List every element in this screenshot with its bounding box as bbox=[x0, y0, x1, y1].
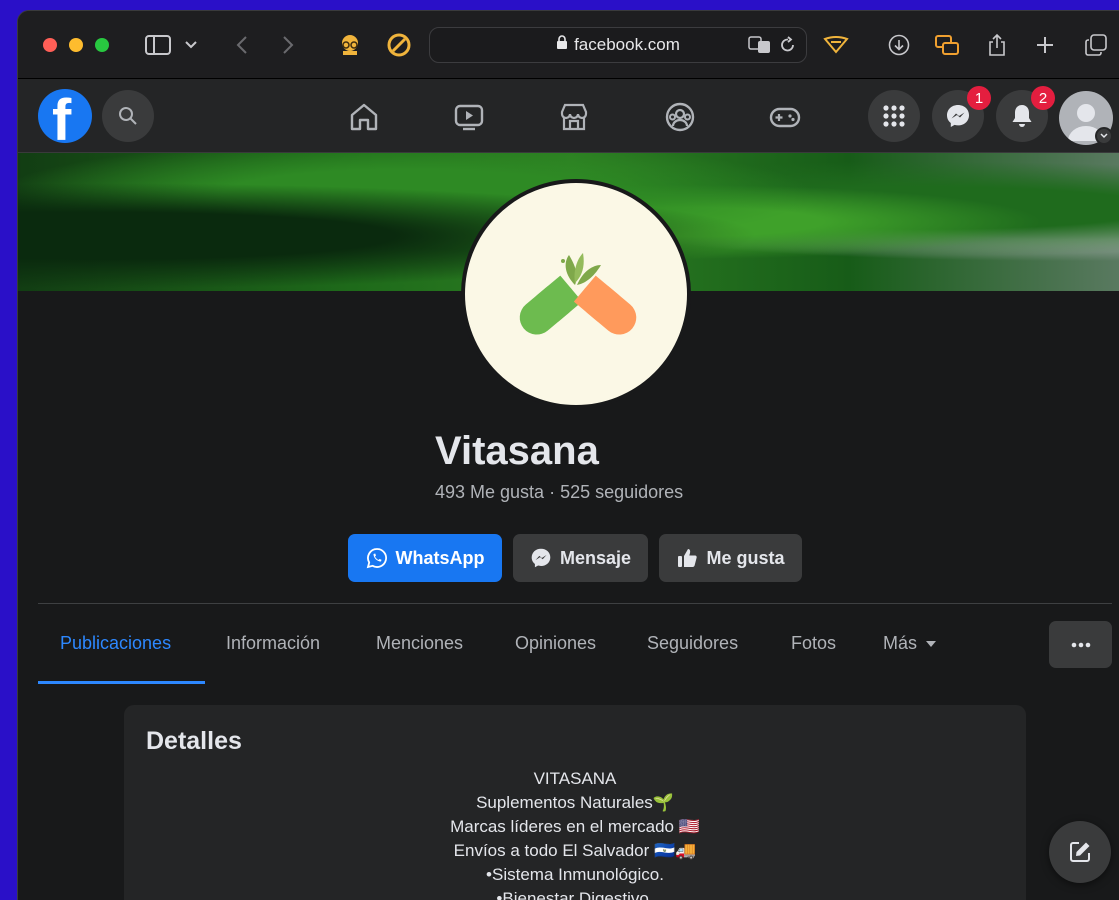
adblock-extension-icon[interactable] bbox=[385, 31, 413, 59]
tab-informacion[interactable]: Información bbox=[226, 633, 320, 654]
browser-toolbar: facebook.com bbox=[18, 11, 1119, 79]
new-message-button[interactable] bbox=[1049, 821, 1111, 883]
groups-icon[interactable] bbox=[662, 99, 698, 135]
downloads-icon[interactable] bbox=[885, 31, 913, 59]
tab-publicaciones[interactable]: Publicaciones bbox=[60, 633, 171, 654]
sidebar-toggle-icon[interactable] bbox=[144, 31, 172, 59]
message-label: Mensaje bbox=[559, 547, 632, 568]
reload-icon[interactable] bbox=[780, 36, 796, 59]
page-stats[interactable]: 493 Me gusta · 525 seguidores bbox=[435, 482, 683, 503]
tab-overview-extension-icon[interactable] bbox=[933, 31, 961, 59]
close-window-button[interactable] bbox=[43, 38, 57, 52]
forward-icon[interactable] bbox=[274, 31, 302, 59]
send-message-button[interactable]: Mensaje bbox=[513, 534, 648, 582]
notifications-badge: 2 bbox=[1031, 86, 1055, 110]
search-button[interactable] bbox=[102, 90, 154, 142]
thumbs-up-icon bbox=[678, 549, 698, 567]
page-bio: VITASANA Suplementos Naturales🌱 Marcas l… bbox=[124, 767, 1026, 900]
tab-menciones[interactable]: Menciones bbox=[376, 633, 463, 654]
messenger-icon bbox=[947, 105, 969, 127]
reader-extension-icon[interactable] bbox=[822, 31, 850, 59]
bio-line: Marcas líderes en el mercado 🇺🇸 bbox=[450, 817, 700, 836]
url-text: facebook.com bbox=[574, 35, 680, 54]
privacy-extension-icon[interactable] bbox=[336, 31, 364, 59]
facebook-navbar: f 1 2 bbox=[18, 79, 1119, 153]
address-bar[interactable]: facebook.com bbox=[429, 27, 807, 63]
details-card: Detalles VITASANA Suplementos Naturales🌱… bbox=[124, 705, 1026, 900]
bell-icon bbox=[1012, 105, 1032, 127]
gaming-icon[interactable] bbox=[767, 99, 803, 135]
bio-line: VITASANA bbox=[533, 769, 617, 788]
bio-line: •Sistema Inmunológico. bbox=[486, 865, 664, 884]
page-name: Vitasana bbox=[435, 429, 599, 473]
bio-line: Suplementos Naturales🌱 bbox=[476, 793, 674, 812]
caret-down-icon bbox=[926, 640, 937, 647]
bio-line: •Bienestar Digestivo. bbox=[496, 889, 654, 900]
messenger-icon bbox=[531, 548, 551, 568]
share-icon[interactable] bbox=[983, 31, 1011, 59]
home-icon[interactable] bbox=[346, 99, 382, 135]
ellipsis-icon bbox=[1071, 642, 1090, 647]
back-icon[interactable] bbox=[228, 31, 256, 59]
profile-picture[interactable] bbox=[461, 179, 691, 409]
bio-line: Envíos a todo El Salvador 🇸🇻🚚 bbox=[453, 841, 697, 860]
capsule-leaf-logo-icon bbox=[519, 253, 637, 335]
notifications-button[interactable]: 2 bbox=[996, 86, 1055, 142]
tab-mas-label: Más bbox=[883, 633, 918, 653]
compose-icon bbox=[1070, 842, 1090, 862]
translate-icon[interactable] bbox=[748, 36, 772, 59]
search-icon bbox=[119, 107, 137, 125]
details-title: Detalles bbox=[146, 727, 242, 755]
whatsapp-label: WhatsApp bbox=[395, 547, 485, 568]
whatsapp-icon bbox=[366, 548, 387, 569]
marketplace-icon[interactable] bbox=[556, 99, 592, 135]
divider bbox=[38, 603, 1112, 604]
messenger-button[interactable]: 1 bbox=[932, 86, 991, 142]
account-chevron-icon[interactable] bbox=[1095, 127, 1113, 145]
tab-opiniones[interactable]: Opiniones bbox=[515, 633, 596, 654]
lock-icon bbox=[556, 35, 568, 55]
whatsapp-button[interactable]: WhatsApp bbox=[348, 534, 502, 582]
facebook-logo-icon[interactable]: f bbox=[38, 89, 92, 143]
like-page-button[interactable]: Me gusta bbox=[659, 534, 802, 582]
show-tabs-icon[interactable] bbox=[1082, 31, 1110, 59]
menu-button[interactable] bbox=[868, 90, 920, 142]
minimize-window-button[interactable] bbox=[69, 38, 83, 52]
watch-icon[interactable] bbox=[451, 99, 487, 135]
zoom-window-button[interactable] bbox=[95, 38, 109, 52]
tab-mas[interactable]: Más bbox=[883, 633, 937, 654]
browser-window: facebook.com f 1 2 Vitasana 493 Me gusta… bbox=[17, 10, 1119, 900]
tab-seguidores[interactable]: Seguidores bbox=[647, 633, 738, 654]
chevron-down-icon[interactable] bbox=[182, 31, 200, 59]
tab-fotos[interactable]: Fotos bbox=[791, 633, 836, 654]
like-label: Me gusta bbox=[706, 547, 785, 568]
new-tab-icon[interactable] bbox=[1031, 31, 1059, 59]
messenger-badge: 1 bbox=[967, 86, 991, 110]
grid-menu-icon bbox=[883, 105, 905, 127]
more-options-button[interactable] bbox=[1049, 621, 1112, 668]
